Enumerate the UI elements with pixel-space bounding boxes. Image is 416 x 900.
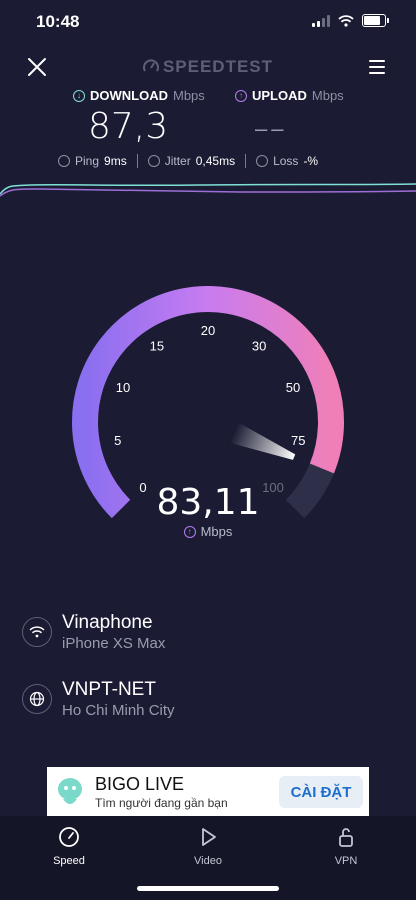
server-globe-icon (22, 684, 52, 714)
download-arrow-icon: ↓ (73, 89, 85, 102)
battery-icon (362, 14, 389, 27)
gauge-tick-label: 30 (252, 339, 266, 354)
gauge-unit: ↑ Mbps (0, 524, 416, 539)
gauge-tick-label: 20 (201, 323, 215, 338)
tab-speed-label: Speed (53, 855, 85, 867)
ping-icon (58, 155, 70, 167)
provider-name[interactable]: Vinaphone (62, 612, 153, 634)
status-time: 10:48 (36, 12, 80, 31)
gauge-tick-labels: 05101520305075100 (114, 323, 305, 495)
gauge-tick-label: 5 (114, 433, 121, 448)
upload-label: ↑ UPLOAD Mbps (235, 88, 344, 103)
ad-banner[interactable]: BIGO LIVE Tìm người đang gần bạn CÀI ĐẶT (47, 767, 369, 817)
gauge-speed-value: 83,11 (156, 482, 260, 523)
wifi-icon (338, 14, 354, 27)
server-name[interactable]: VNPT-NET (62, 679, 156, 701)
upload-arrow-icon: ↑ (183, 525, 196, 538)
tab-video-label: Video (194, 855, 222, 867)
ad-install-button[interactable]: CÀI ĐẶT (279, 776, 363, 808)
download-value: 87,3 (88, 106, 169, 147)
jitter-icon (147, 155, 160, 167)
bigo-live-logo-icon (58, 778, 82, 804)
status-icons (312, 14, 389, 27)
divider (136, 154, 138, 168)
gauge-tick-label: 10 (116, 380, 130, 395)
gauge-tick-label: 75 (291, 433, 305, 448)
provider-wifi-icon (22, 617, 52, 647)
tab-vpn[interactable]: VPN (306, 826, 386, 867)
provider-device: iPhone XS Max (62, 635, 166, 652)
divider (245, 154, 247, 168)
throughput-graph (0, 183, 416, 197)
gauge-tick-label: 15 (150, 339, 164, 354)
speedometer-icon (59, 827, 79, 847)
upload-line (0, 188, 416, 197)
loss-stat: Loss -% (256, 154, 318, 168)
menu-icon[interactable] (368, 58, 386, 76)
app-brand: SPEEDTEST (0, 57, 416, 77)
download-label: ↓ DOWNLOAD Mbps (73, 88, 205, 103)
brand-name: SPEEDTEST (162, 57, 274, 76)
latency-stats: Ping 9ms Jitter 0,45ms Loss -% (58, 154, 318, 168)
home-indicator[interactable] (137, 886, 279, 891)
ad-subtitle: Tìm người đang gần bạn (95, 796, 228, 810)
speedtest-logo-icon (142, 59, 159, 72)
loss-icon (256, 155, 269, 167)
upload-arrow-icon: ↑ (235, 89, 247, 102)
tab-vpn-label: VPN (334, 855, 358, 867)
gauge-needle (229, 422, 296, 460)
play-icon (202, 828, 216, 846)
ad-title: BIGO LIVE (95, 774, 185, 794)
unlock-icon (339, 828, 353, 847)
upload-value: –– (255, 116, 288, 141)
jitter-stat: Jitter 0,45ms (147, 154, 235, 168)
ping-stat: Ping 9ms (58, 154, 127, 168)
gauge-tick-label: 50 (286, 380, 300, 395)
tab-speed[interactable]: Speed (29, 826, 109, 867)
signal-icon (312, 14, 330, 27)
tab-video[interactable]: Video (168, 826, 248, 867)
server-location: Ho Chi Minh City (62, 702, 175, 719)
